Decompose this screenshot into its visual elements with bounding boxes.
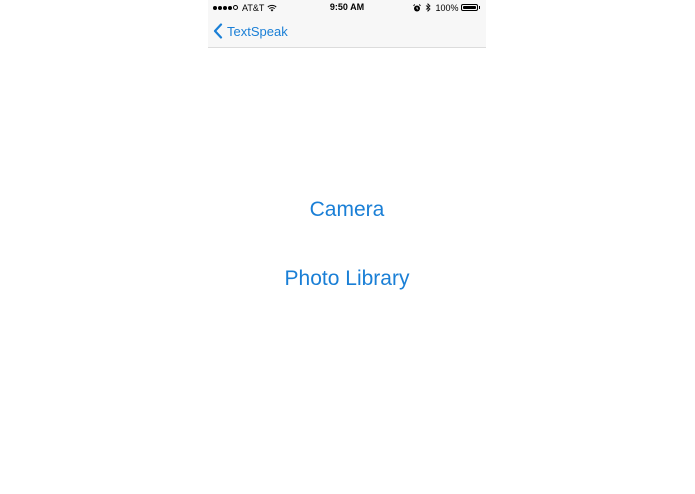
camera-button[interactable]: Camera (208, 198, 486, 222)
bluetooth-icon (426, 3, 432, 12)
navigation-bar: TextSpeak (208, 15, 486, 48)
status-right: 100% (413, 2, 480, 13)
chevron-left-icon (213, 23, 223, 39)
battery-icon (460, 4, 478, 11)
battery-percent: 100% (435, 2, 459, 13)
status-bar: AT&T 9:50 AM 100% (208, 0, 486, 15)
battery-cap (478, 6, 480, 9)
app-screen: AT&T 9:50 AM 100% TextSpeak Camera Photo… (208, 0, 486, 494)
battery-fill (462, 6, 476, 9)
back-button-label: TextSpeak (227, 23, 288, 39)
photo-library-button[interactable]: Photo Library (208, 267, 486, 291)
alarm-icon (413, 3, 422, 11)
back-button[interactable]: TextSpeak (213, 21, 288, 41)
